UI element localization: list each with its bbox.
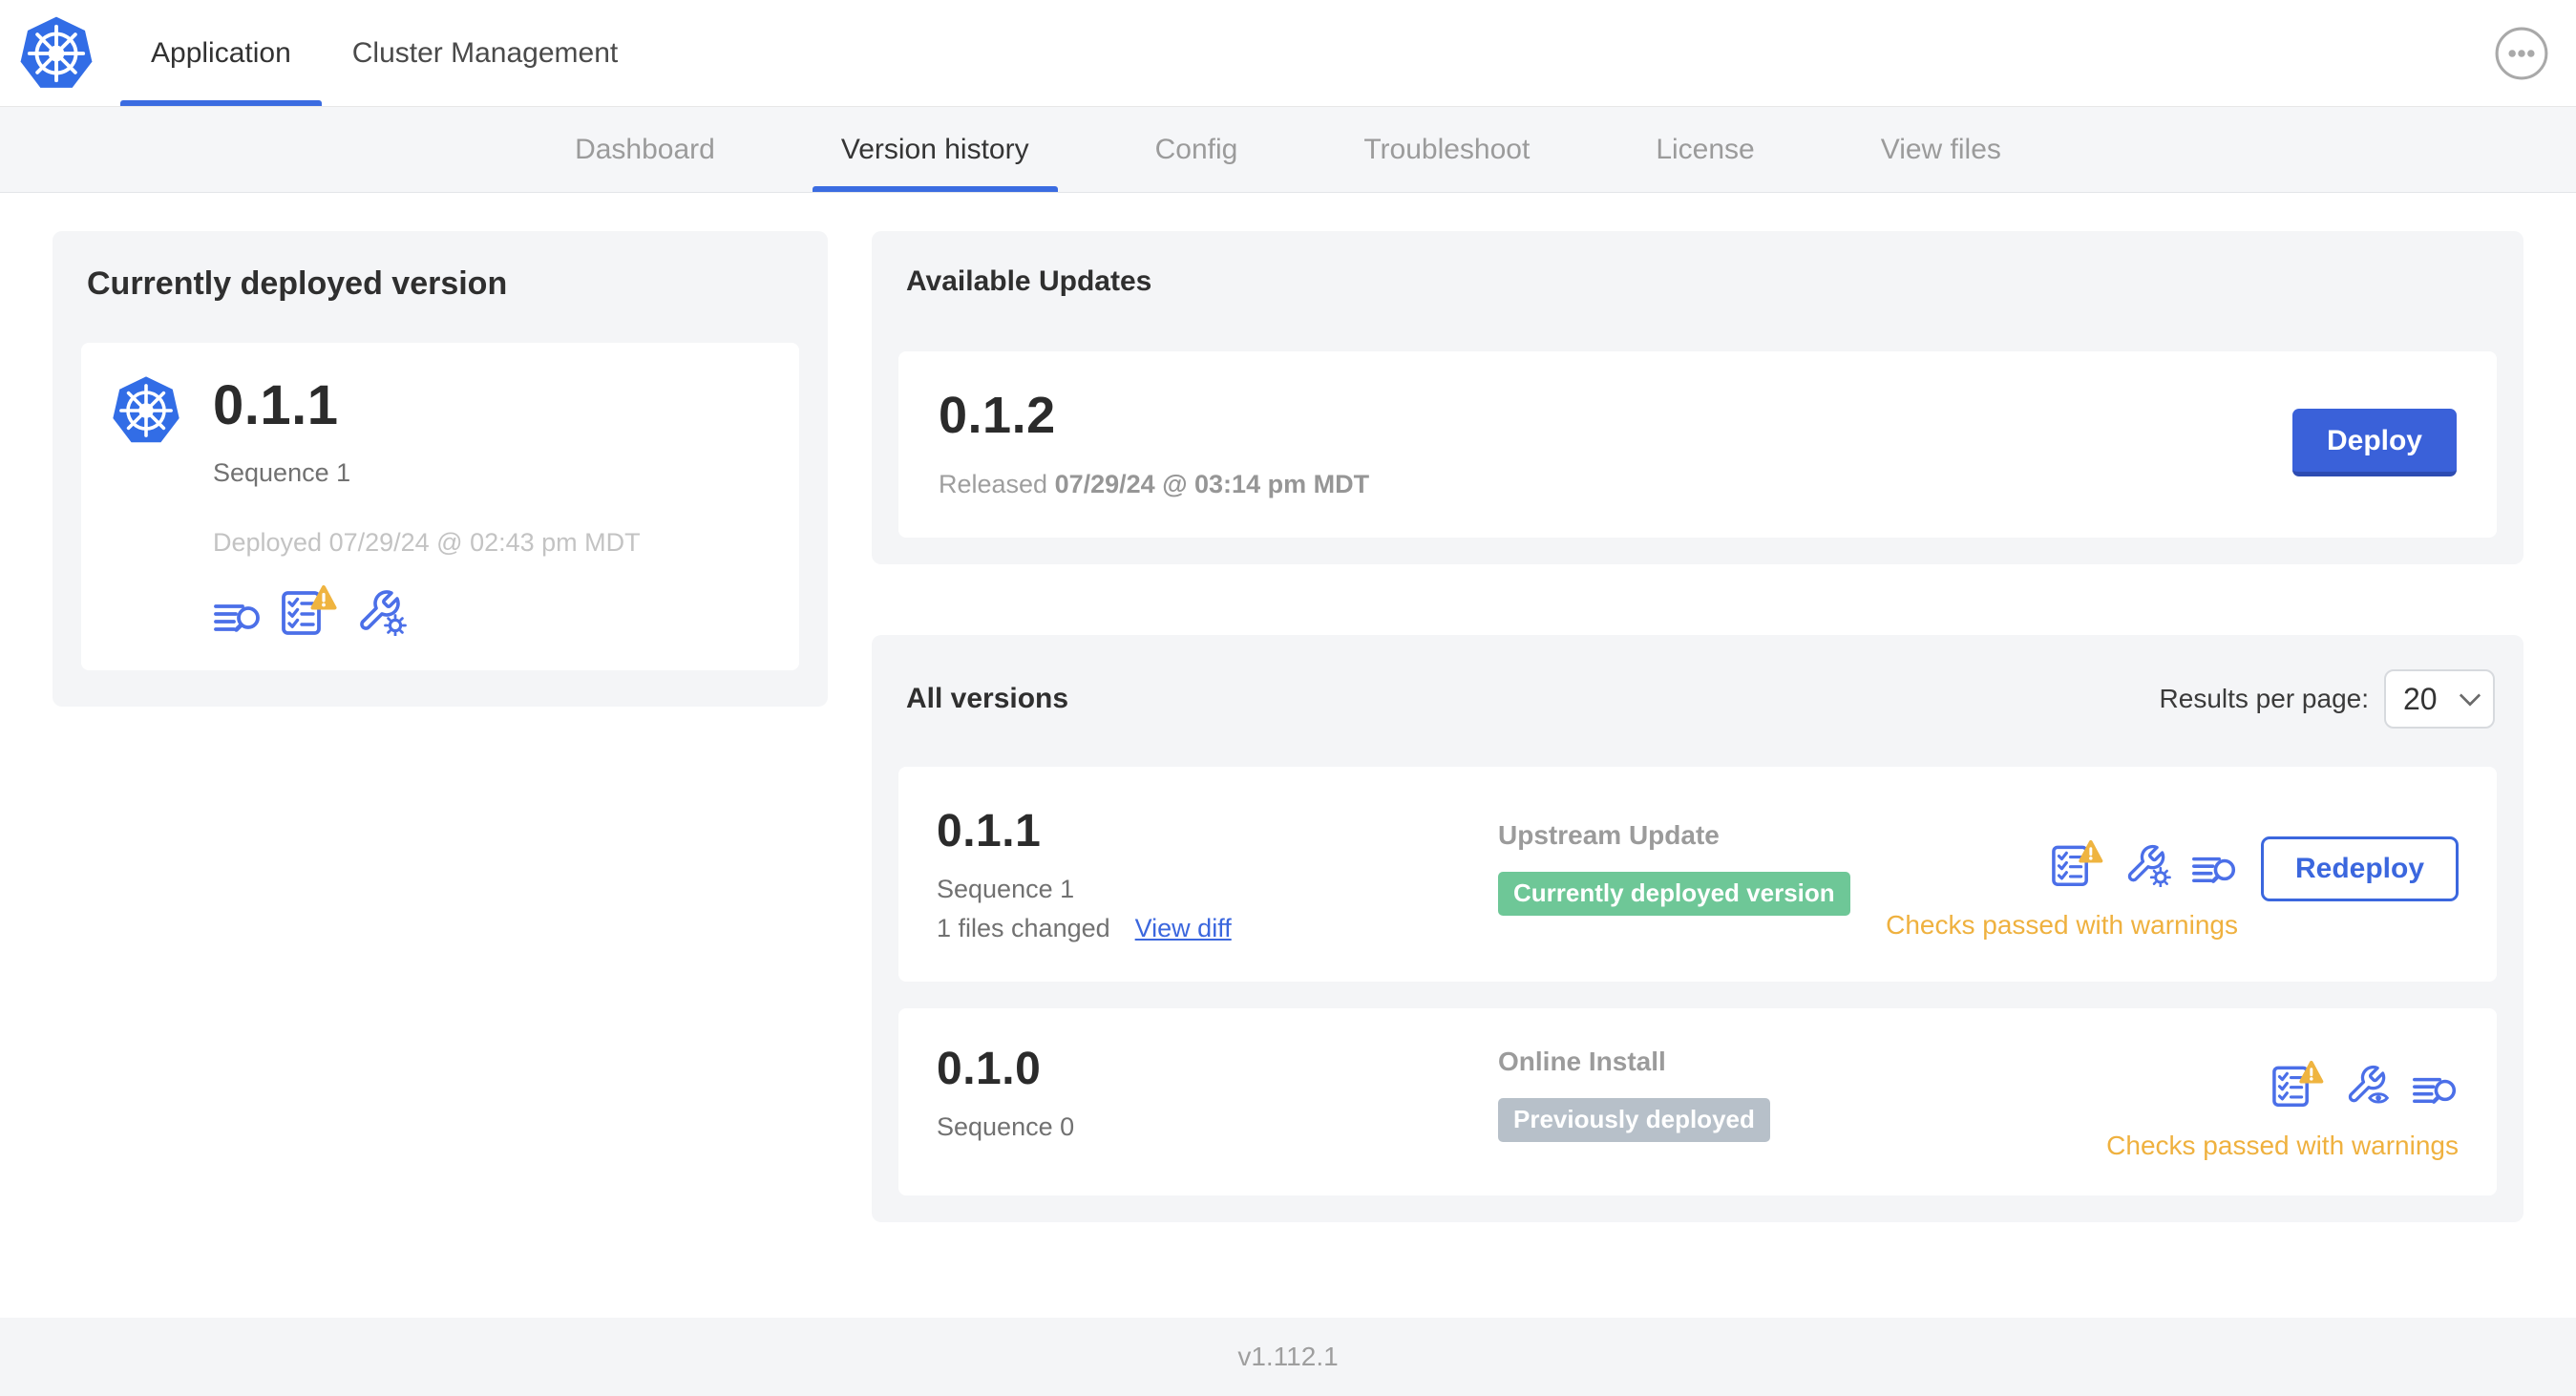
all-versions-card: All versions Results per page: 20 0.1.1 … (872, 635, 2523, 1222)
available-update-info: 0.1.2 Released 07/29/24 @ 03:14 pm MDT (939, 386, 2292, 499)
available-updates-card: Available Updates 0.1.2 Released 07/29/2… (872, 231, 2523, 564)
top-header: Application Cluster Management (0, 0, 2576, 107)
version-actions: Checks passed with warnings Redeploy (1886, 836, 2459, 941)
version-action-icons (2270, 1060, 2459, 1108)
results-per-page-label: Results per page: (2159, 684, 2369, 713)
checks-status: Checks passed with warnings (1886, 910, 2238, 940)
results-per-page-select-wrap: 20 (2384, 669, 2495, 729)
all-versions-title: All versions (906, 683, 1069, 714)
version-actions: Checks passed with warnings (2106, 1060, 2459, 1161)
version-source: Upstream Update (1498, 820, 1720, 850)
kubernetes-logo (17, 0, 95, 106)
version-source-block: Upstream Update Currently deployed versi… (1498, 820, 1886, 916)
version-number: 0.1.0 (937, 1044, 1042, 1094)
tab-cluster-management[interactable]: Cluster Management (322, 0, 648, 106)
files-changed-label: 1 files changed (937, 914, 1110, 942)
version-sequence: Sequence 0 (937, 1112, 1075, 1141)
release-diff-icon[interactable] (2412, 1071, 2459, 1108)
current-version-number: 0.1.1 (213, 374, 339, 436)
config-wrench-eye-icon[interactable] (2343, 1062, 2393, 1108)
preflight-checks-warning-icon[interactable] (2270, 1060, 2324, 1108)
available-update-released: Released 07/29/24 @ 03:14 pm MDT (939, 470, 2292, 499)
available-update-version: 0.1.2 (939, 387, 1056, 444)
ellipsis-menu-button[interactable] (2494, 26, 2549, 81)
subnav-troubleshoot-label: Troubleshoot (1363, 133, 1531, 165)
results-per-page: Results per page: 20 (2160, 669, 2495, 729)
subnav-license-label: License (1656, 133, 1755, 165)
status-badge: Previously deployed (1498, 1098, 1770, 1142)
app-subnav: Dashboard Version history Config Trouble… (0, 107, 2576, 193)
preflight-checks-warning-icon[interactable] (2050, 839, 2103, 887)
currently-deployed-card: Currently deployed version 0.1.1 Sequenc… (53, 231, 828, 707)
results-per-page-select[interactable]: 20 (2384, 669, 2495, 729)
all-versions-header: All versions Results per page: 20 (906, 669, 2495, 729)
redeploy-button[interactable]: Redeploy (2260, 836, 2459, 901)
subnav-license[interactable]: License (1627, 107, 1783, 192)
currently-deployed-title: Currently deployed version (87, 265, 508, 302)
version-info: 0.1.1 Sequence 1 1 files changed View di… (937, 805, 1498, 943)
version-info: 0.1.0 Sequence 0 (937, 1043, 1498, 1142)
admin-console-page: Application Cluster Management Dashboard… (0, 0, 2576, 1396)
checks-status: Checks passed with warnings (2106, 1131, 2459, 1160)
subnav-version-history-label: Version history (840, 133, 1029, 165)
version-row-0-1-1: 0.1.1 Sequence 1 1 files changed View di… (898, 767, 2497, 982)
main-content: Currently deployed version 0.1.1 Sequenc… (0, 193, 2576, 1318)
version-checks-column: Checks passed with warnings (2106, 1060, 2459, 1161)
subnav-view-files[interactable]: View files (1852, 107, 2030, 192)
version-source-block: Online Install Previously deployed (1498, 1047, 2106, 1142)
config-wrench-gear-icon[interactable] (2122, 841, 2172, 887)
tab-cluster-management-label: Cluster Management (351, 36, 619, 69)
right-column: Available Updates 0.1.2 Released 07/29/2… (872, 231, 2523, 1222)
version-checks-column: Checks passed with warnings (1886, 839, 2238, 941)
subnav-dashboard-label: Dashboard (575, 133, 715, 165)
released-label: Released (939, 470, 1048, 498)
status-badge: Currently deployed version (1498, 872, 1850, 916)
preflight-checks-warning-icon[interactable] (280, 584, 337, 636)
ellipsis-menu-icon (2495, 27, 2548, 79)
subnav-dashboard[interactable]: Dashboard (546, 107, 744, 192)
version-number: 0.1.1 (937, 806, 1042, 857)
version-files: 1 files changed View diff (937, 914, 1498, 943)
app-icon-kubernetes (110, 373, 182, 636)
available-update-row: 0.1.2 Released 07/29/24 @ 03:14 pm MDT D… (898, 351, 2497, 538)
version-sequence: Sequence 1 (937, 875, 1075, 903)
version-action-icons (2050, 839, 2238, 887)
view-diff-link[interactable]: View diff (1135, 914, 1232, 943)
deploy-button[interactable]: Deploy (2291, 409, 2457, 476)
config-wrench-gear-icon[interactable] (354, 586, 408, 636)
tab-application-label: Application (151, 36, 291, 69)
subnav-troubleshoot[interactable]: Troubleshoot (1335, 107, 1558, 192)
version-source: Online Install (1498, 1047, 1666, 1076)
release-diff-icon[interactable] (213, 598, 263, 636)
top-tabs: Application Cluster Management (120, 0, 648, 106)
subnav-version-history[interactable]: Version history (812, 107, 1058, 192)
subnav-view-files-label: View files (1880, 133, 2001, 165)
footer: v1.112.1 (0, 1318, 2576, 1396)
version-row-0-1-0: 0.1.0 Sequence 0 Online Install Previous… (898, 1008, 2497, 1195)
current-version-deployed-timestamp: Deployed 07/29/24 @ 02:43 pm MDT (213, 528, 641, 557)
released-timestamp: 07/29/24 @ 03:14 pm MDT (1054, 470, 1370, 498)
release-diff-icon[interactable] (2191, 851, 2238, 887)
current-version-info: 0.1.1 Sequence 1 Deployed 07/29/24 @ 02:… (213, 373, 771, 636)
subnav-config[interactable]: Config (1127, 107, 1267, 192)
subnav-config-label: Config (1154, 133, 1238, 165)
currently-deployed-panel: 0.1.1 Sequence 1 Deployed 07/29/24 @ 02:… (81, 343, 799, 670)
current-version-sequence: Sequence 1 (213, 458, 351, 487)
left-column: Currently deployed version 0.1.1 Sequenc… (53, 231, 828, 707)
available-updates-title: Available Updates (906, 265, 1152, 297)
console-version: v1.112.1 (1237, 1342, 1339, 1371)
tab-application[interactable]: Application (120, 0, 322, 106)
current-version-actions (213, 584, 771, 636)
